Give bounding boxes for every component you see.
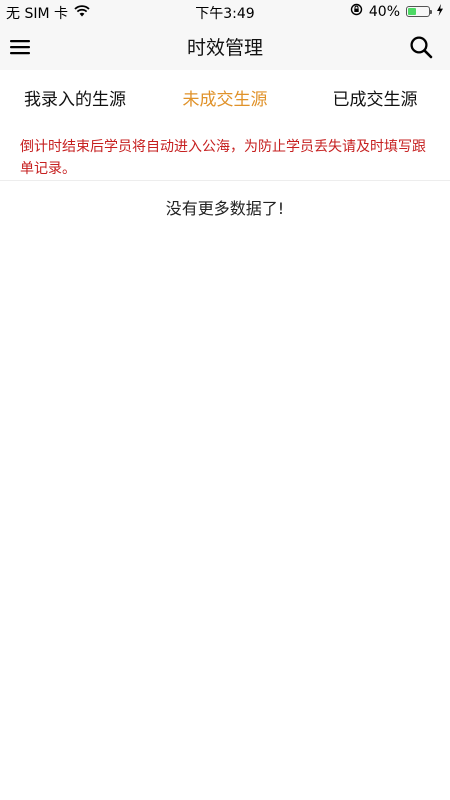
battery-level — [408, 8, 416, 15]
battery-percent: 40% — [368, 3, 400, 20]
status-right: 40% — [350, 3, 444, 20]
menu-icon[interactable] — [8, 35, 32, 59]
countdown-notice: 倒计时结束后学员将自动进入公海，为防止学员丢失请及时填写跟单记录。 — [0, 124, 450, 181]
tab-my-entered[interactable]: 我录入的生源 — [0, 70, 150, 124]
battery-icon — [406, 6, 432, 17]
tab-closed[interactable]: 已成交生源 — [300, 70, 450, 124]
tab-bar: 我录入的生源 未成交生源 已成交生源 — [0, 70, 450, 125]
tab-label: 已成交生源 — [332, 89, 418, 110]
tab-not-closed[interactable]: 未成交生源 — [150, 70, 300, 124]
status-bar: 无 SIM 卡 下午3:49 40% — [0, 0, 450, 24]
nav-bar: 时效管理 — [0, 24, 450, 70]
tab-label: 我录入的生源 — [24, 89, 126, 110]
rotation-lock-icon — [350, 3, 363, 20]
charging-bolt-icon — [436, 3, 444, 20]
search-icon[interactable] — [408, 34, 434, 60]
tab-label: 未成交生源 — [182, 89, 268, 110]
screen: 无 SIM 卡 下午3:49 40% 时效管理 我录入的生源 未成交生源 已成交… — [0, 0, 450, 800]
empty-message: 没有更多数据了! — [165, 199, 285, 218]
page-title: 时效管理 — [186, 37, 263, 59]
